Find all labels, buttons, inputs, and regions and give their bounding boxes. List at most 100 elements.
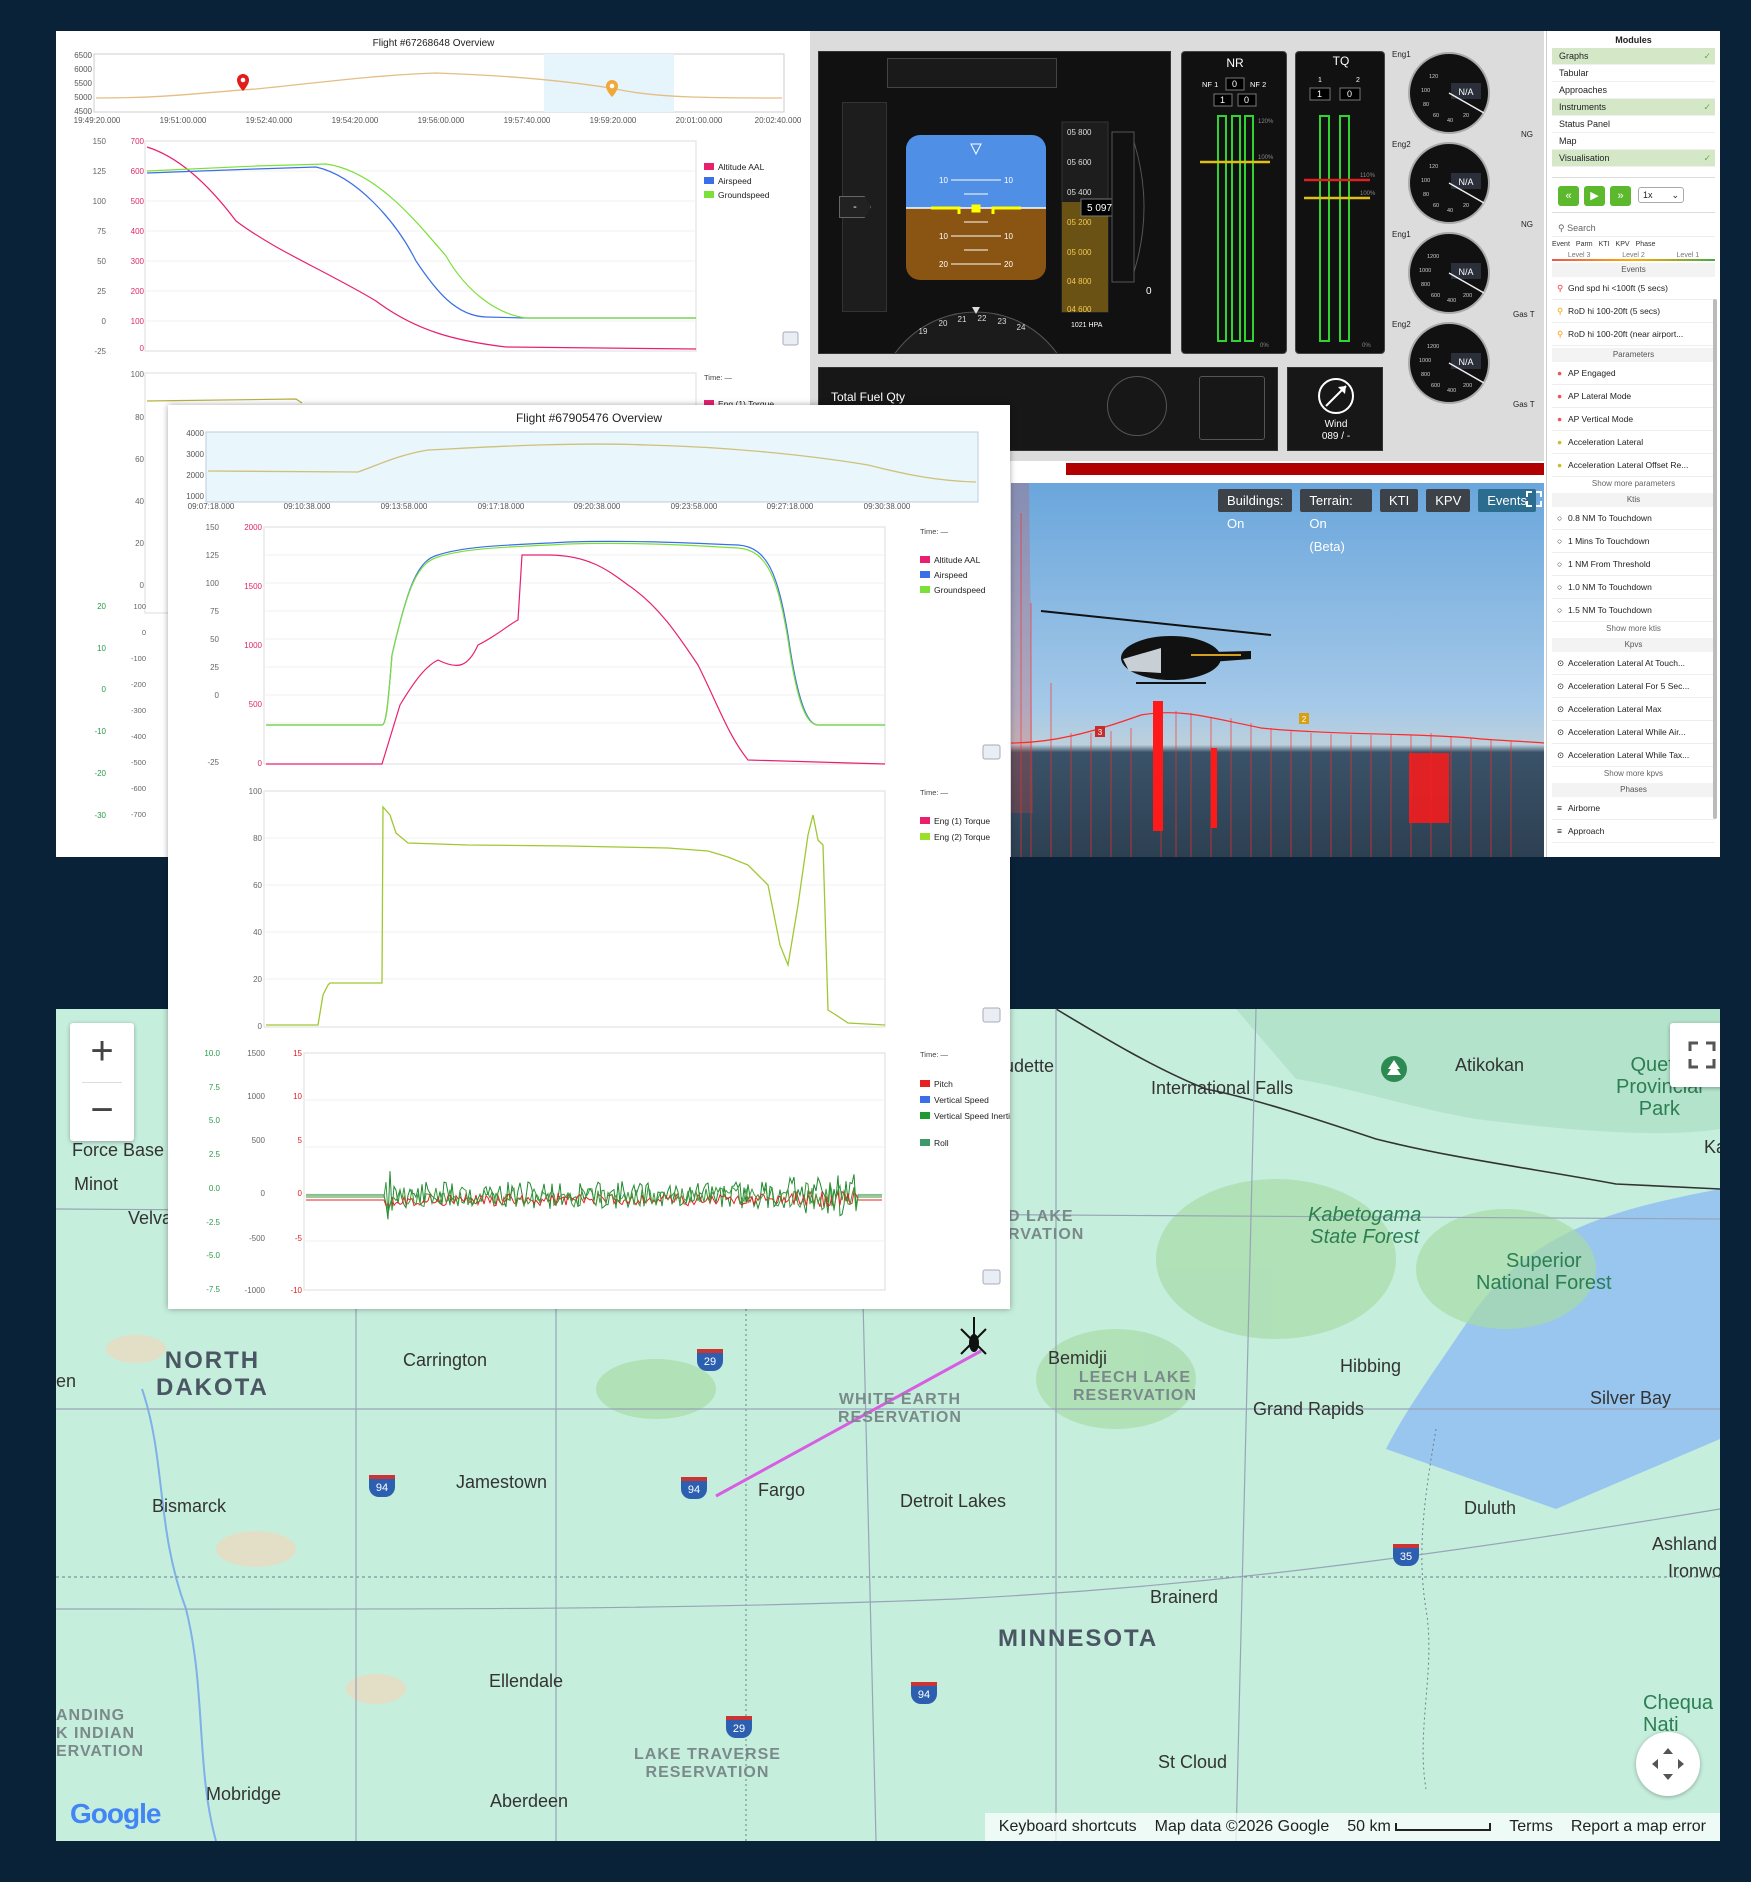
3d-visualisation[interactable]: Buildings: On Terrain: On (Beta) KTI KPV… — [1011, 483, 1544, 857]
city-st-cloud: St Cloud — [1158, 1752, 1228, 1772]
kpv-item[interactable]: ⊙ Acceleration Lateral Max — [1552, 698, 1715, 721]
module-approaches[interactable]: Approaches — [1552, 82, 1715, 99]
zoom-in-button[interactable]: + — [70, 1023, 134, 1082]
wind-panel: Wind 089 / - — [1287, 367, 1383, 451]
parameter-item[interactable]: ● AP Vertical Mode — [1552, 408, 1715, 431]
google-logo: Google — [70, 1798, 161, 1829]
module-map[interactable]: Map — [1552, 133, 1715, 150]
target-icon: ⊙ — [1557, 704, 1565, 714]
svg-text:80: 80 — [1423, 192, 1429, 198]
svg-text:10: 10 — [939, 232, 948, 241]
svg-text:20: 20 — [1463, 113, 1469, 119]
zoom-out-button[interactable]: − — [70, 1082, 134, 1141]
kpv-item[interactable]: ⊙ Acceleration Lateral While Air... — [1552, 721, 1715, 744]
show-more-parameters[interactable]: Show more parameters — [1547, 477, 1720, 491]
show-more-kpvs[interactable]: Show more kpvs — [1547, 767, 1720, 781]
vertical-speed-readout: 0 — [1146, 286, 1152, 297]
wind-value: 089 / - — [1321, 431, 1351, 442]
svg-text:10: 10 — [939, 176, 948, 185]
search-input[interactable]: ⚲ Search — [1552, 219, 1715, 237]
city-minot: Minot — [74, 1174, 119, 1194]
region-leech-lake: LEECH LAKE RESERVATION — [1073, 1369, 1197, 1404]
recenter-button[interactable] — [1636, 1732, 1700, 1796]
svg-text:100: 100 — [206, 579, 220, 588]
filter-kti[interactable]: KTI — [1599, 241, 1610, 248]
event-item[interactable]: ⚲ RoD hi 100-20ft (near airport... — [1552, 323, 1715, 346]
dot-icon: ● — [1557, 391, 1563, 401]
show-more-ktis[interactable]: Show more ktis — [1547, 622, 1720, 636]
svg-text:10: 10 — [1004, 176, 1013, 185]
svg-text:05 800: 05 800 — [1067, 128, 1092, 137]
kpv-item[interactable]: ⊙ Acceleration Lateral While Tax... — [1552, 744, 1715, 767]
eng2-gas-t-gauge: Eng2 N/A 1200 1000 800600 400 200 Gas T — [1392, 320, 1535, 409]
kti-item[interactable]: ○ 1 Mins To Touchdown — [1552, 530, 1715, 553]
bars-icon: ≡ — [1557, 803, 1562, 813]
kti-item[interactable]: ○ 1.5 NM To Touchdown — [1552, 599, 1715, 622]
ov1-x1: 19:51:00.000 — [160, 116, 207, 125]
kti-item[interactable]: ○ 1 NM From Threshold — [1552, 553, 1715, 576]
event-item[interactable]: ⚲ Gnd spd hi <100ft (5 secs) — [1552, 277, 1715, 300]
bars-icon: ≡ — [1557, 826, 1562, 836]
event-item[interactable]: ⚲ RoD hi 100-20ft (5 secs) — [1552, 300, 1715, 323]
keyboard-shortcuts-link[interactable]: Keyboard shortcuts — [999, 1818, 1137, 1836]
ov2-x-ticks: 09:07:18.000 09:10:38.000 09:13:58.000 0… — [188, 502, 911, 511]
svg-text:-10: -10 — [290, 1286, 302, 1295]
timeline-bar[interactable] — [1066, 463, 1544, 475]
region-standing-rock: ANDING K INDIAN ERVATION — [56, 1707, 145, 1760]
report-map-error-link[interactable]: Report a map error — [1571, 1818, 1706, 1836]
filter-kpv[interactable]: KPV — [1616, 241, 1630, 248]
panel-2-time: Time: — — [704, 373, 733, 382]
ov1-x6: 19:59:20.000 — [590, 116, 637, 125]
map-fullscreen-button[interactable] — [1670, 1023, 1720, 1087]
flight-overview-chart-2: Flight #67905476 Overview 4000 3000 2000… — [168, 405, 1010, 1309]
recenter-icon — [1652, 1748, 1684, 1780]
parameter-item[interactable]: ● AP Engaged — [1552, 362, 1715, 385]
pin-icon: ⚲ — [1557, 283, 1564, 293]
kti-item[interactable]: ○ 1.0 NM To Touchdown — [1552, 576, 1715, 599]
eng1-gas-t-gauge: Eng1 N/A 1200 1000 800600 400 200 Gas T — [1392, 230, 1535, 319]
fullscreen-icon[interactable] — [1525, 490, 1543, 508]
svg-text:75: 75 — [97, 227, 106, 236]
module-instruments[interactable]: Instruments ✓ — [1552, 99, 1715, 116]
module-tabular[interactable]: Tabular — [1552, 65, 1715, 82]
rewind-button[interactable]: « — [1558, 186, 1579, 206]
panel-3-green-ticks: 20 10 0 -10 -20 -30 — [94, 602, 106, 820]
filter-event[interactable]: Event — [1552, 241, 1570, 248]
ov1-y0: 6500 — [74, 51, 92, 60]
svg-text:NG: NG — [1521, 130, 1533, 139]
module-graphs[interactable]: Graphs ✓ — [1552, 48, 1715, 65]
svg-text:0: 0 — [1232, 79, 1237, 89]
parameter-item[interactable]: ● Acceleration Lateral — [1552, 431, 1715, 454]
speed-select[interactable]: 1x ⌄ — [1638, 187, 1684, 203]
module-visualisation[interactable]: Visualisation ✓ — [1552, 150, 1715, 167]
svg-text:NF 1: NF 1 — [1202, 80, 1218, 89]
module-status-panel[interactable]: Status Panel — [1552, 116, 1715, 133]
helicopter-icon — [1040, 610, 1272, 684]
phase-item[interactable]: ≡ Approach — [1552, 820, 1715, 843]
play-button[interactable]: ▶ — [1584, 186, 1605, 206]
svg-text:600: 600 — [1431, 383, 1440, 389]
parameter-item[interactable]: ● AP Lateral Mode — [1552, 385, 1715, 408]
filter-phase[interactable]: Phase — [1636, 241, 1656, 248]
kpv-item[interactable]: ⊙ Acceleration Lateral For 5 Sec... — [1552, 675, 1715, 698]
ov1-x3: 19:54:20.000 — [332, 116, 379, 125]
pin-icon: ⚲ — [1557, 306, 1564, 316]
svg-text:-300: -300 — [131, 706, 146, 715]
fast-forward-button[interactable]: » — [1610, 186, 1631, 206]
phase-item[interactable]: ≡ Airborne — [1552, 797, 1715, 820]
terms-link[interactable]: Terms — [1509, 1818, 1553, 1836]
ov1-y2: 5500 — [74, 79, 92, 88]
level-1-tab[interactable]: Level 1 — [1677, 252, 1700, 259]
svg-text:-500: -500 — [249, 1234, 266, 1243]
level-3-tab[interactable]: Level 3 — [1568, 252, 1591, 259]
svg-text:-1000: -1000 — [245, 1286, 266, 1295]
kpv-item[interactable]: ⊙ Acceleration Lateral At Touch... — [1552, 652, 1715, 675]
sidebar-scrollbar[interactable] — [1713, 299, 1717, 819]
parameter-item[interactable]: ● Acceleration Lateral Offset Re... — [1552, 454, 1715, 477]
level-2-tab[interactable]: Level 2 — [1622, 252, 1645, 259]
ov1-x4: 19:56:00.000 — [418, 116, 465, 125]
filter-parm[interactable]: Parm — [1576, 241, 1593, 248]
fuel-box — [1199, 376, 1265, 440]
city-aberdeen: Aberdeen — [490, 1791, 569, 1811]
kti-item[interactable]: ○ 0.8 NM To Touchdown — [1552, 507, 1715, 530]
